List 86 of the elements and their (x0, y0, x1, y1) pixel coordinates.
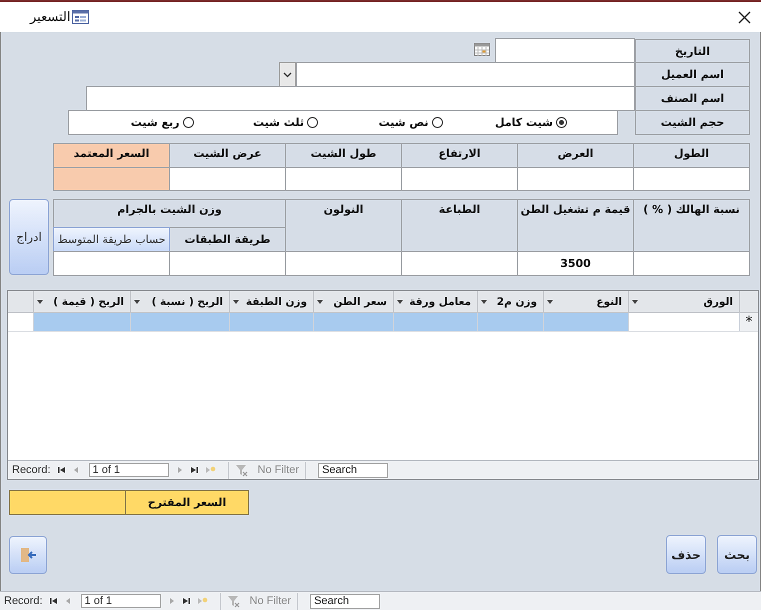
dropdown-button[interactable] (279, 62, 296, 87)
previous-record-icon[interactable] (72, 465, 79, 475)
field-label: اسم الصنف (635, 86, 750, 111)
column-header: وزن الشيت بالجرام (53, 199, 286, 228)
previous-record-icon[interactable] (64, 596, 71, 606)
first-record-icon[interactable] (56, 465, 66, 475)
input-field[interactable] (53, 251, 170, 276)
radio-button[interactable] (182, 117, 194, 128)
caret-icon[interactable] (134, 300, 140, 304)
column-header[interactable]: وزن الطبقة (229, 291, 313, 312)
filter-icon[interactable] (234, 464, 248, 476)
average-button[interactable]: حساب طريقة المتوسط (53, 227, 170, 252)
chevron-icon (283, 72, 292, 78)
caret-icon[interactable] (547, 300, 553, 304)
radio-label: ثلث شيت (252, 116, 304, 129)
field-label: اسم العميل (635, 62, 750, 87)
close-icon[interactable] (738, 10, 751, 24)
record-label: Record: (4, 595, 43, 607)
search-field[interactable]: Search (310, 594, 380, 608)
caret-icon[interactable] (397, 300, 403, 304)
combo-field[interactable] (296, 62, 635, 87)
new-record-icon[interactable] (204, 465, 216, 475)
price-label: السعر المقترح (125, 490, 249, 515)
radio-label: ربع شيت (130, 116, 180, 129)
radio-label: شيت كامل (495, 116, 553, 129)
input-field[interactable] (285, 167, 402, 191)
radio-button[interactable] (432, 117, 442, 128)
input-field[interactable] (86, 86, 635, 111)
search-button[interactable]: بحث (717, 535, 757, 574)
record-position-field[interactable]: 1 of 1 (88, 463, 169, 477)
last-record-icon[interactable] (182, 596, 191, 606)
table-cell[interactable] (393, 313, 477, 331)
input-field[interactable] (401, 251, 518, 276)
radio-button[interactable] (307, 117, 318, 128)
exit-button[interactable] (9, 536, 47, 574)
calendar-icon[interactable] (474, 43, 490, 56)
column-header[interactable]: الورق (628, 291, 739, 312)
table-cell[interactable] (313, 313, 393, 331)
table-cell[interactable] (130, 313, 229, 331)
radio-button[interactable] (556, 117, 567, 128)
next-record-icon[interactable] (176, 465, 184, 475)
filter-icon[interactable] (226, 594, 240, 608)
input-field[interactable] (401, 167, 518, 191)
date-field[interactable] (495, 38, 635, 63)
input-field[interactable]: 3500 (517, 251, 634, 276)
column-header: السعر المعتمد (53, 143, 170, 168)
caret-icon[interactable] (481, 300, 487, 304)
input-field[interactable] (633, 167, 750, 191)
table-cell[interactable] (543, 313, 628, 331)
first-record-icon[interactable] (48, 596, 58, 606)
input-field[interactable] (53, 167, 170, 191)
column-header[interactable]: النوع (543, 291, 628, 312)
last-record-icon[interactable] (190, 465, 199, 475)
input-field[interactable] (169, 167, 286, 191)
form-icon (72, 10, 90, 24)
input-field[interactable] (633, 251, 750, 276)
column-header: نسبة الهالك ( % ) (633, 199, 750, 252)
search-field[interactable]: Search (318, 462, 388, 478)
delete-button[interactable]: حذف (666, 535, 706, 574)
caret-icon[interactable] (632, 300, 638, 304)
insert-button[interactable]: ادراج (9, 199, 49, 275)
field-label: التاريخ (635, 39, 750, 63)
column-header[interactable]: وزن م2 (477, 291, 543, 312)
new-row-marker: * (739, 313, 758, 331)
table-cell[interactable] (33, 313, 130, 331)
input-field[interactable] (517, 167, 634, 191)
table-cell[interactable] (229, 313, 313, 331)
window-title: التسعير (30, 10, 70, 24)
caret-icon[interactable] (233, 300, 239, 304)
input-field[interactable] (169, 251, 286, 276)
caret-icon[interactable] (37, 300, 43, 304)
new-record-icon[interactable] (196, 596, 208, 606)
column-header[interactable]: معامل ورقة (393, 291, 477, 312)
column-header[interactable]: سعر الطن (313, 291, 393, 312)
radio-label: نص شيت (378, 116, 428, 129)
table-cell[interactable] (477, 313, 543, 331)
column-header[interactable]: الربح ( قيمة ) (33, 291, 130, 312)
input-field[interactable] (285, 251, 402, 276)
next-record-icon[interactable] (168, 596, 176, 606)
column-header[interactable]: الربح ( نسبة ) (130, 291, 229, 312)
field-label: حجم الشيت (635, 110, 750, 135)
record-label: Record: (12, 464, 51, 476)
column-header: الطول (633, 143, 750, 168)
caret-icon[interactable] (317, 300, 323, 304)
exit-icon (19, 546, 37, 564)
record-position-field[interactable]: 1 of 1 (80, 594, 161, 608)
